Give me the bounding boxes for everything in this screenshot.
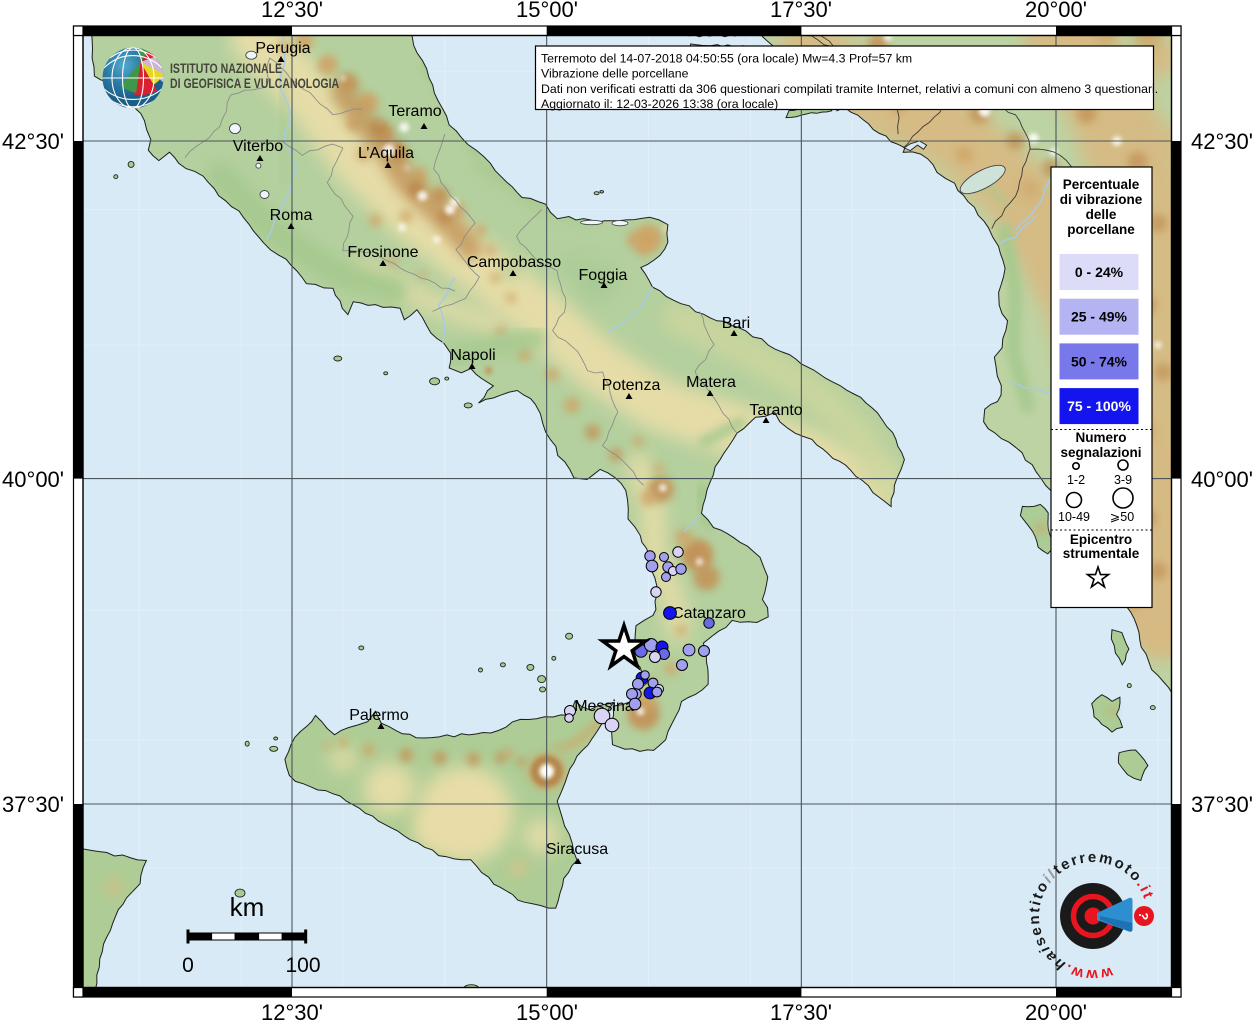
svg-text:km: km: [230, 892, 265, 922]
svg-text:delle: delle: [1086, 207, 1117, 222]
svg-text:Roma: Roma: [270, 207, 313, 224]
svg-text:Perugia: Perugia: [255, 40, 310, 57]
svg-text:Campobasso: Campobasso: [467, 254, 561, 271]
svg-text:42°30': 42°30': [2, 129, 64, 154]
svg-text:12°30': 12°30': [261, 1000, 323, 1024]
svg-text:Matera: Matera: [686, 374, 736, 391]
svg-text:75 - 100%: 75 - 100%: [1067, 398, 1131, 414]
svg-text:strumentale: strumentale: [1063, 546, 1140, 561]
svg-text:1-2: 1-2: [1067, 473, 1085, 487]
svg-text:20°00': 20°00': [1025, 0, 1087, 22]
svg-text:⩾50: ⩾50: [1110, 510, 1134, 524]
svg-text:42°30': 42°30': [1191, 129, 1253, 154]
svg-text:porcellane: porcellane: [1067, 222, 1135, 237]
svg-text:di vibrazione: di vibrazione: [1060, 192, 1143, 207]
svg-text:0 - 24%: 0 - 24%: [1075, 264, 1124, 280]
svg-text:100: 100: [285, 954, 320, 977]
svg-text:25 - 49%: 25 - 49%: [1071, 309, 1128, 325]
svg-text:DI GEOFISICA E VULCANOLOGIA: DI GEOFISICA E VULCANOLOGIA: [170, 76, 339, 92]
svg-text:15°00': 15°00': [516, 1000, 578, 1024]
svg-text:Taranto: Taranto: [749, 402, 802, 419]
svg-text:Potenza: Potenza: [602, 377, 661, 394]
svg-text:17°30': 17°30': [770, 0, 832, 22]
svg-text:L’Aquila: L’Aquila: [358, 145, 414, 162]
svg-text:Foggia: Foggia: [579, 267, 628, 284]
svg-text:Viterbo: Viterbo: [233, 138, 284, 155]
svg-text:37°30': 37°30': [1191, 792, 1253, 817]
svg-text:Napoli: Napoli: [450, 347, 495, 364]
svg-text:Dati non verificati estratti d: Dati non verificati estratti da 306 ques…: [541, 82, 1158, 96]
svg-text:15°00': 15°00': [516, 0, 578, 22]
svg-text:3-9: 3-9: [1114, 473, 1132, 487]
svg-text:Palermo: Palermo: [349, 707, 409, 724]
svg-text:Numero: Numero: [1075, 430, 1126, 445]
svg-text:40°00': 40°00': [2, 467, 64, 492]
svg-text:Siracusa: Siracusa: [546, 841, 608, 858]
svg-text:Frosinone: Frosinone: [347, 244, 418, 261]
svg-text:Percentuale: Percentuale: [1063, 177, 1140, 192]
svg-text:Vibrazione delle porcellane: Vibrazione delle porcellane: [541, 67, 689, 81]
svg-text:Aggiornato il: 12-03-2026 13:3: Aggiornato il: 12-03-2026 13:38 (ora loc…: [541, 97, 778, 111]
svg-text:37°30': 37°30': [2, 792, 64, 817]
svg-text:17°30': 17°30': [770, 1000, 832, 1024]
svg-text:40°00': 40°00': [1191, 467, 1253, 492]
svg-text:12°30': 12°30': [261, 0, 323, 22]
svg-text:Terremoto del 14-07-2018 04:50: Terremoto del 14-07-2018 04:50:55 (ora l…: [541, 52, 912, 66]
svg-text:segnalazioni: segnalazioni: [1060, 445, 1141, 460]
svg-text:10-49: 10-49: [1058, 510, 1090, 524]
svg-text:50 - 74%: 50 - 74%: [1071, 353, 1128, 369]
svg-text:Bari: Bari: [722, 315, 750, 332]
svg-text:Teramo: Teramo: [388, 103, 441, 120]
svg-text:0: 0: [182, 954, 194, 977]
svg-text:Epicentro: Epicentro: [1070, 532, 1132, 547]
svg-text:20°00': 20°00': [1025, 1000, 1087, 1024]
svg-text:ISTITUTO NAZIONALE: ISTITUTO NAZIONALE: [170, 61, 282, 77]
